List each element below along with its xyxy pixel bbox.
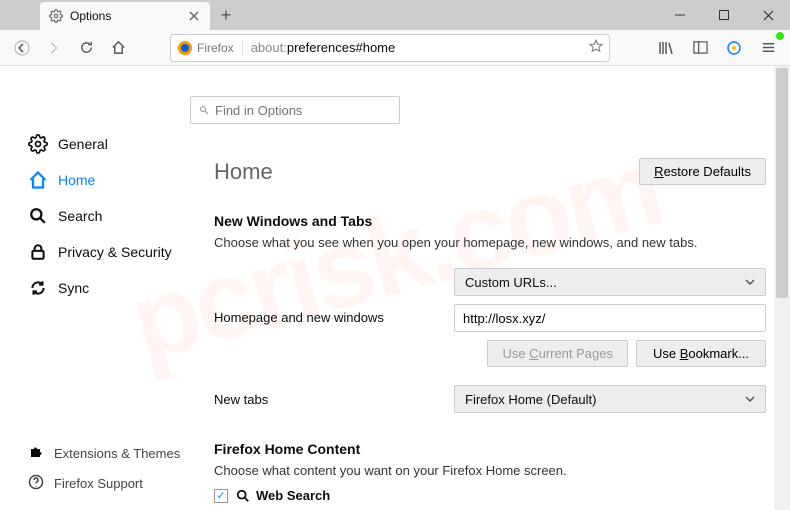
sidebar-bottom-label: Extensions & Themes	[54, 446, 180, 461]
homepage-select[interactable]: Custom URLs...	[454, 268, 766, 296]
sidebar-item-general[interactable]: General	[28, 126, 190, 162]
chevron-down-icon	[745, 392, 755, 407]
sidebar-item-search[interactable]: Search	[28, 198, 190, 234]
minimize-button[interactable]	[658, 0, 702, 30]
firefox-icon	[177, 40, 193, 56]
lock-icon	[28, 242, 48, 262]
sidebar-item-label: Sync	[58, 280, 89, 296]
websearch-checkbox[interactable]: ✓	[214, 489, 228, 503]
content-area: General Home Search Privacy & Security S…	[0, 66, 790, 510]
puzzle-icon	[28, 444, 44, 463]
chevron-down-icon	[745, 275, 755, 290]
url-text: about:preferences#home	[251, 40, 589, 55]
options-search	[190, 96, 742, 124]
forward-button	[40, 34, 68, 62]
websearch-label: Web Search	[236, 488, 330, 503]
sidebar-support-link[interactable]: Firefox Support	[28, 468, 190, 498]
sidebar-item-label: Home	[58, 172, 95, 188]
home-button[interactable]	[104, 34, 132, 62]
page-title: Home	[214, 159, 273, 185]
sidebar-item-sync[interactable]: Sync	[28, 270, 190, 306]
sidebar-item-home[interactable]: Home	[28, 162, 190, 198]
options-search-box[interactable]	[190, 96, 400, 124]
homepage-url-input[interactable]	[454, 304, 766, 332]
window-controls	[658, 0, 790, 30]
sidebar-item-label: General	[58, 136, 108, 152]
newtabs-select[interactable]: Firefox Home (Default)	[454, 385, 766, 413]
help-icon	[28, 474, 44, 493]
new-tab-button[interactable]: +	[212, 0, 240, 30]
search-icon	[236, 489, 250, 503]
reload-button[interactable]	[72, 34, 100, 62]
home-icon	[28, 170, 48, 190]
homepage-select-value: Custom URLs...	[465, 275, 557, 290]
newtabs-select-value: Firefox Home (Default)	[465, 392, 596, 407]
library-button[interactable]	[652, 34, 680, 62]
navigation-toolbar: Firefox about:preferences#home	[0, 30, 790, 66]
newtabs-label: New tabs	[214, 392, 454, 407]
new-windows-tabs-desc: Choose what you see when you open your h…	[214, 235, 766, 250]
back-button[interactable]	[8, 34, 36, 62]
category-sidebar: General Home Search Privacy & Security S…	[0, 66, 190, 510]
extension-badge-icon[interactable]	[720, 34, 748, 62]
sidebars-button[interactable]	[686, 34, 714, 62]
close-window-button[interactable]	[746, 0, 790, 30]
sidebar-bottom-label: Firefox Support	[54, 476, 143, 491]
bookmark-star-icon[interactable]	[589, 39, 603, 56]
sidebar-item-label: Search	[58, 208, 102, 224]
gear-icon	[28, 134, 48, 154]
browser-tab[interactable]: Options	[40, 2, 210, 30]
sidebar-item-privacy[interactable]: Privacy & Security	[28, 234, 190, 270]
restore-defaults-button[interactable]: Restore Defaults	[639, 158, 766, 185]
gear-icon	[48, 8, 64, 24]
browser-label: Firefox	[197, 41, 243, 55]
search-icon	[28, 206, 48, 226]
sync-icon	[28, 278, 48, 298]
use-bookmark-button[interactable]: Use Bookmark...	[636, 340, 766, 367]
menu-button[interactable]	[754, 34, 782, 62]
use-current-pages-button: Use Current Pages	[487, 340, 628, 367]
options-search-input[interactable]	[215, 103, 391, 118]
sidebar-item-label: Privacy & Security	[58, 244, 172, 260]
url-bar[interactable]: Firefox about:preferences#home	[170, 34, 610, 62]
new-windows-tabs-heading: New Windows and Tabs	[214, 213, 766, 229]
tab-title: Options	[70, 9, 186, 23]
firefox-home-content-desc: Choose what content you want on your Fir…	[214, 463, 766, 478]
homepage-label: Homepage and new windows	[214, 310, 454, 325]
maximize-button[interactable]	[702, 0, 746, 30]
titlebar: Options +	[0, 0, 790, 30]
close-icon[interactable]	[186, 8, 202, 24]
main-panel: Home Restore Defaults New Windows and Ta…	[190, 66, 790, 510]
sidebar-extensions-link[interactable]: Extensions & Themes	[28, 438, 190, 468]
firefox-home-content-heading: Firefox Home Content	[214, 441, 766, 457]
